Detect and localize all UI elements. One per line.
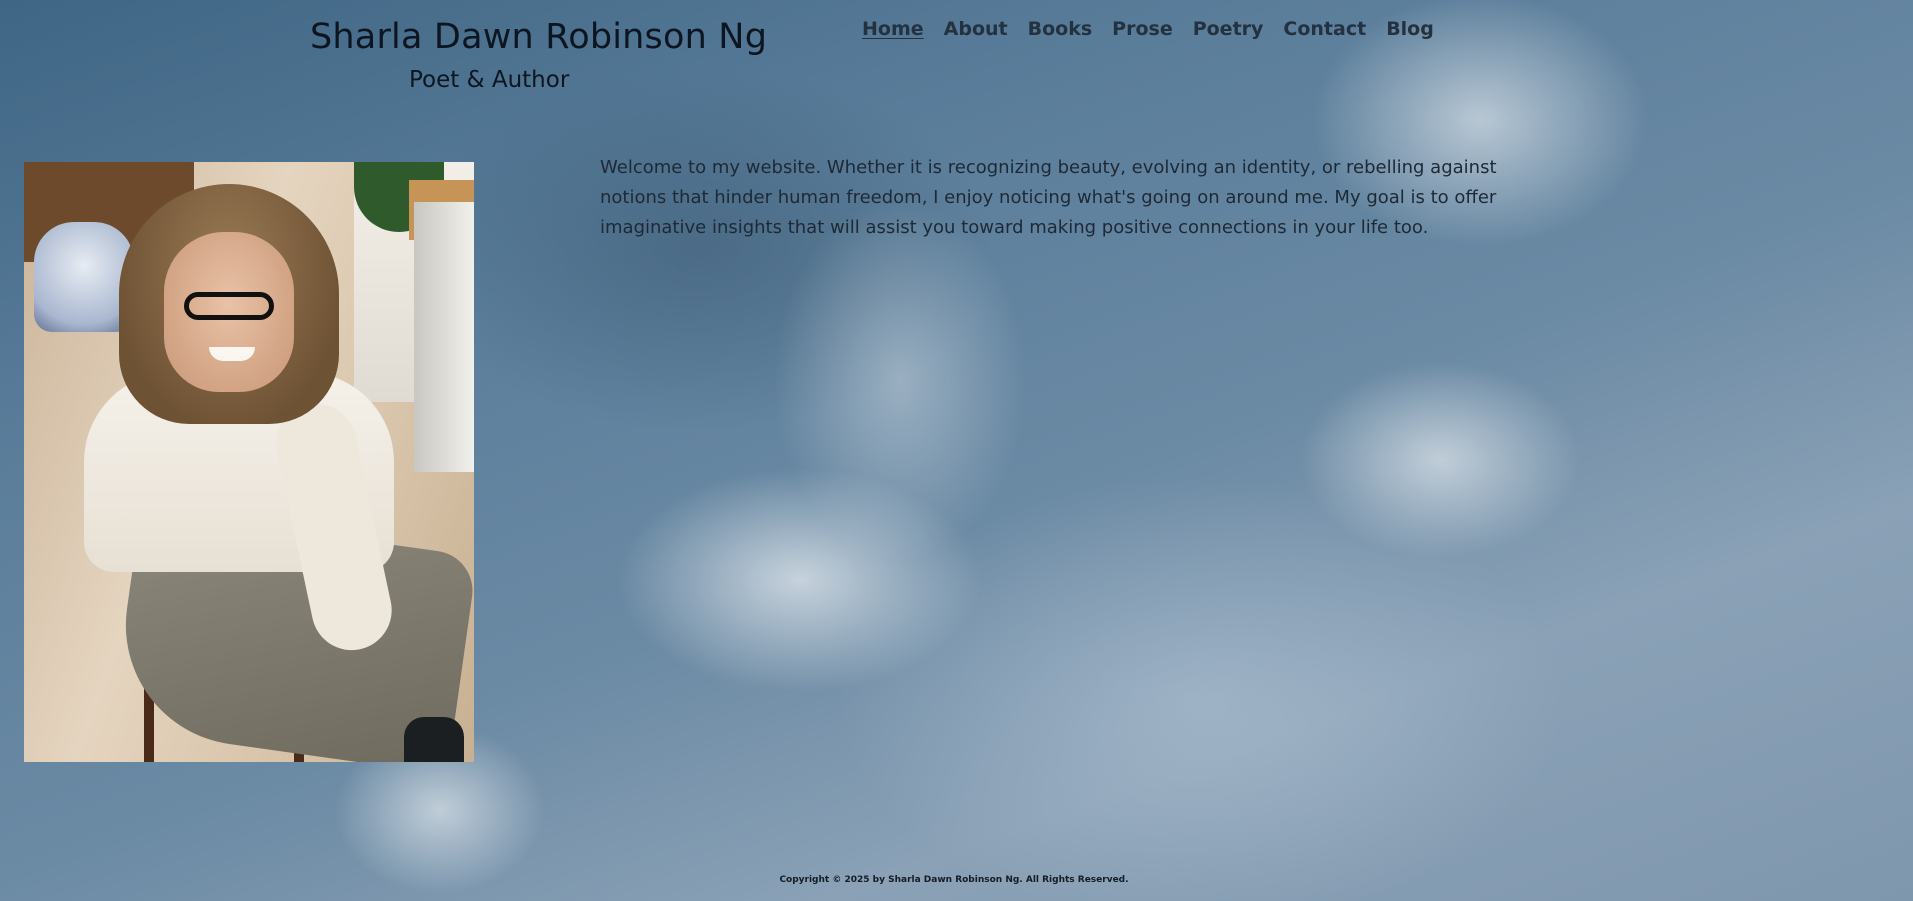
- nav-link-poetry[interactable]: Poetry: [1193, 18, 1264, 40]
- portrait-boot: [404, 717, 464, 762]
- site-subtitle: Poet & Author: [409, 67, 570, 93]
- nav-link-books[interactable]: Books: [1028, 18, 1093, 40]
- main-nav: Home About Books Prose Poetry Contact Bl…: [862, 18, 1434, 40]
- nav-link-home[interactable]: Home: [862, 18, 924, 40]
- nav-link-about[interactable]: About: [944, 18, 1008, 40]
- portrait-smile: [209, 347, 255, 361]
- nav-link-prose[interactable]: Prose: [1112, 18, 1173, 40]
- portrait-glasses: [184, 292, 274, 320]
- nav-link-blog[interactable]: Blog: [1386, 18, 1434, 40]
- copyright-notice: Copyright © 2025 by Sharla Dawn Robinson…: [779, 875, 1129, 885]
- portrait-post: [414, 202, 474, 472]
- author-portrait: [24, 162, 474, 762]
- nav-link-contact[interactable]: Contact: [1283, 18, 1366, 40]
- site-title[interactable]: Sharla Dawn Robinson Ng: [310, 17, 767, 57]
- welcome-paragraph: Welcome to my website. Whether it is rec…: [600, 157, 1497, 238]
